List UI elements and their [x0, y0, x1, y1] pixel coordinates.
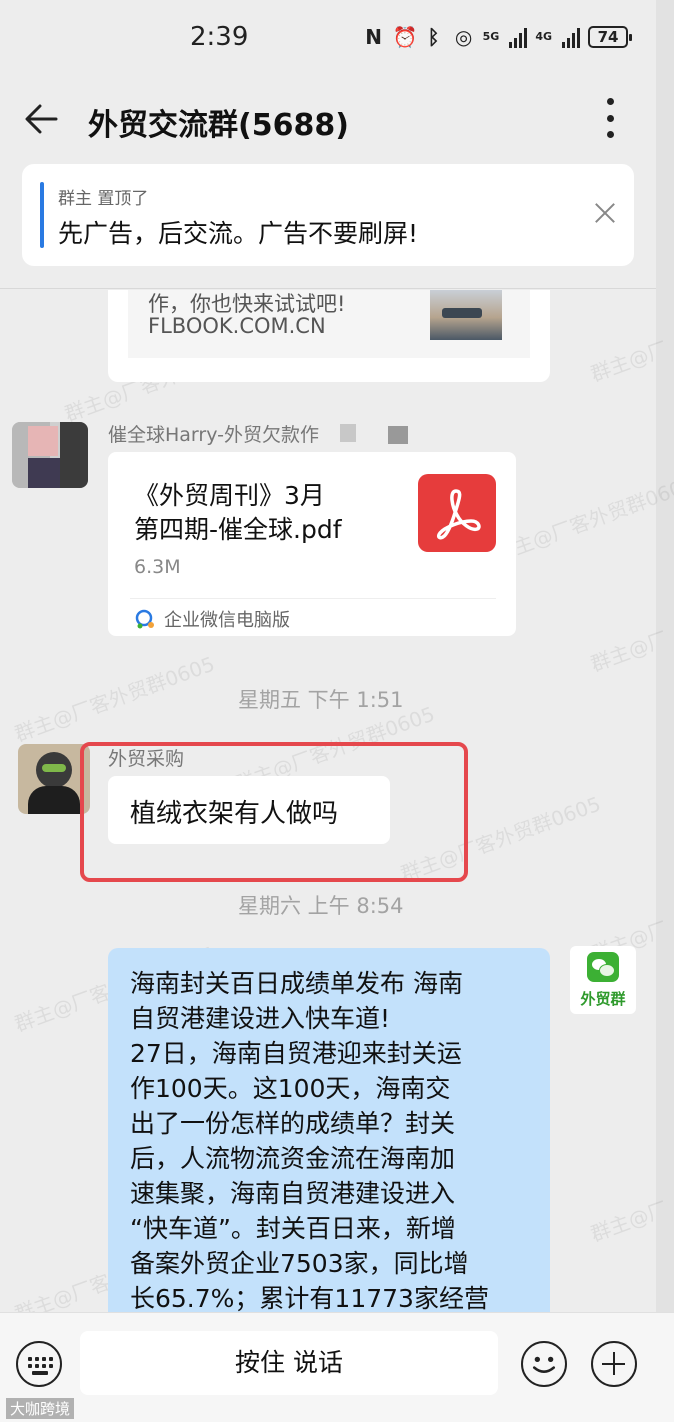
- sender-name: 催全球Harry-外贸欠款作: [108, 424, 319, 446]
- pinned-message[interactable]: 群主 置顶了 先广告，后交流。广告不要刷屏!: [22, 164, 634, 266]
- add-attachment-icon[interactable]: [591, 1341, 637, 1387]
- network-type-1: 5G: [482, 30, 500, 43]
- file-name: 第四期-催全球.pdf: [134, 515, 342, 544]
- message-line: 27日，海南自贸港迎来封关运: [130, 1039, 462, 1068]
- message-line: 海南封关百日成绩单发布 海南: [130, 969, 463, 998]
- hold-to-talk-button[interactable]: 按住 说话: [80, 1331, 498, 1395]
- signal-icon-2: [562, 26, 580, 48]
- message-line: 后，人流物流资金流在海南加: [130, 1144, 456, 1173]
- own-avatar[interactable]: 外贸群: [570, 946, 636, 1014]
- link-thumbnail: [430, 290, 502, 340]
- input-bar: 按住 说话: [0, 1312, 674, 1422]
- message-line: 作100天。这100天，海南交: [130, 1074, 451, 1103]
- file-card-divider: [130, 598, 496, 599]
- watermark: 群主@厂客外贸群0605: [11, 651, 218, 747]
- hotspot-icon: ◎: [454, 25, 473, 49]
- message-line: 出了一份怎样的成绩单？封关: [130, 1109, 456, 1138]
- footer-watermark: 大咖跨境: [6, 1398, 75, 1419]
- message-line: 自贸港建设进入快车道!: [130, 1004, 391, 1033]
- pinned-author: 群主 置顶了: [58, 189, 149, 209]
- back-arrow-icon[interactable]: [24, 102, 58, 136]
- file-name: 《外贸周刊》3月: [134, 481, 325, 510]
- avatar-label: 外贸群: [580, 990, 626, 1008]
- link-preview: 作，你也快来试试吧! FLBOOK.COM.CN: [128, 290, 530, 358]
- file-size: 6.3M: [134, 556, 181, 578]
- network-type-2: 4G: [535, 30, 552, 43]
- message-line: “快车道”。封关百日来，新增: [130, 1214, 456, 1243]
- highlight-annotation-box: [80, 742, 468, 882]
- file-source-label: 企业微信电脑版: [164, 610, 290, 631]
- own-message-bubble[interactable]: 海南封关百日成绩单发布 海南 自贸港建设进入快车道! 27日，海南自贸港迎来封关…: [108, 948, 550, 1348]
- link-domain: FLBOOK.COM.CN: [148, 314, 326, 338]
- message-line: 速集聚，海南自贸港建设进入: [130, 1179, 456, 1208]
- message-line: 备案外贸企业7503家，同比增: [130, 1249, 469, 1278]
- bluetooth-icon: ᛒ: [427, 25, 440, 49]
- link-card-message[interactable]: 作，你也快来试试吧! FLBOOK.COM.CN: [108, 290, 550, 382]
- message-timestamp: 星期六 上午 8:54: [238, 894, 404, 918]
- chat-header: 外贸交流群(5688): [0, 80, 656, 162]
- redaction-block: [340, 424, 356, 442]
- emoji-icon[interactable]: [521, 1341, 567, 1387]
- pinned-accent-bar: [40, 182, 44, 248]
- chat-screen: 2:39 N ⏰ ᛒ ◎ 5G 4G 74 外贸交流群(5688) 群主 置顶了…: [0, 0, 674, 1422]
- pinned-text: 先广告，后交流。广告不要刷屏!: [58, 219, 419, 248]
- redaction-block: [388, 426, 408, 444]
- watermark: 群主@厂客外贸群0605: [491, 471, 674, 567]
- status-time: 2:39: [190, 22, 249, 52]
- nfc-icon: N: [365, 25, 382, 49]
- more-options-icon[interactable]: [598, 98, 622, 138]
- wechat-icon: [587, 952, 619, 982]
- alarm-icon: ⏰: [392, 25, 418, 49]
- wecom-icon: [135, 609, 154, 629]
- message-line: 长65.7%；累计有11773家经营: [130, 1284, 489, 1313]
- file-message[interactable]: 《外贸周刊》3月 第四期-催全球.pdf 6.3M 企业微信电脑版: [108, 452, 516, 636]
- signal-icon-1: [509, 26, 528, 48]
- message-timestamp: 星期五 下午 1:51: [238, 688, 404, 712]
- pdf-file-icon: [418, 474, 496, 552]
- status-icons: N ⏰ ᛒ ◎ 5G 4G 74: [363, 24, 632, 50]
- avatar[interactable]: [12, 422, 88, 488]
- keyboard-icon[interactable]: [16, 1341, 62, 1387]
- chat-title: 外贸交流群(5688): [88, 108, 349, 143]
- close-pinned-icon[interactable]: [594, 202, 616, 224]
- battery-indicator: 74: [588, 26, 632, 48]
- status-bar: 2:39 N ⏰ ᛒ ◎ 5G 4G 74: [0, 0, 656, 80]
